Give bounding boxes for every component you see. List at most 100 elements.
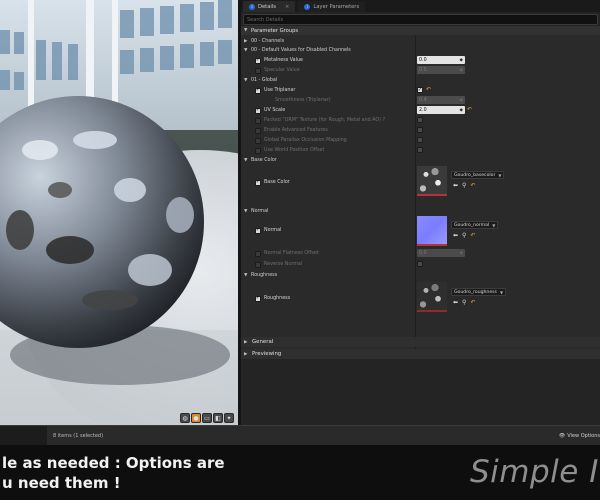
metalness-checkbox[interactable]: ✓	[255, 57, 261, 64]
base-color-asset-buttons: ⬅ ⚲ ↶	[453, 182, 475, 189]
parameter-groups-header[interactable]: ▼ Parameter Groups	[241, 26, 600, 35]
reset-to-default-icon[interactable]: ↶	[470, 232, 475, 239]
param-normal-flatness: Normal Flatness Offset	[255, 249, 319, 258]
preview-plane-icon[interactable]: ▭	[202, 413, 212, 423]
group-normal-label: Normal	[251, 209, 269, 214]
layer-info-icon: i	[304, 3, 311, 10]
specular-checkbox[interactable]	[255, 67, 261, 74]
group-roughness[interactable]: ▼ Roughness	[244, 271, 277, 280]
roughness-asset-picker[interactable]: Goudro_roughness ▼	[451, 288, 507, 296]
packed-orm-value-checkbox[interactable]	[417, 117, 423, 123]
expand-arrow-icon: ▼	[244, 209, 248, 214]
slider-handle-icon: ◆	[459, 97, 463, 103]
normal-flatness-value-field[interactable]: 0.0 ◆	[417, 249, 465, 257]
world-offset-value-checkbox[interactable]	[417, 147, 423, 153]
roughness-texture-thumbnail[interactable]	[417, 282, 447, 312]
video-caption: le as needed : Options are u need them !…	[0, 445, 600, 500]
group-global[interactable]: ▼ 01 - Global	[244, 76, 277, 85]
search-box[interactable]	[243, 14, 598, 25]
search-input[interactable]	[247, 16, 597, 23]
browse-search-icon[interactable]: ⚲	[462, 299, 466, 306]
preview-sphere-icon[interactable]: ●	[191, 413, 201, 423]
preview-cylinder-icon[interactable]: ◍	[180, 413, 190, 423]
use-triplanar-override-checkbox[interactable]: ✓	[255, 87, 261, 94]
use-selected-arrow-icon[interactable]: ⬅	[453, 299, 458, 306]
reset-to-default-icon[interactable]: ↶	[467, 106, 472, 113]
group-defaults-label: 00 - Default Values for Disabled Channel…	[251, 48, 351, 53]
tab-layer-parameters[interactable]: i Layer Parameters	[298, 1, 366, 12]
metalness-value-field[interactable]: 0.0 ◆	[417, 56, 465, 64]
param-packed-orm: Packed "ORM" Texture (for Rough, Metal a…	[255, 116, 385, 125]
reverse-normal-checkbox[interactable]	[255, 261, 261, 268]
reverse-normal-value-checkbox[interactable]	[417, 261, 423, 267]
view-options-label: View Options	[567, 433, 600, 439]
normal-texture-thumbnail[interactable]	[417, 216, 447, 246]
tab-details-label: Details	[258, 3, 276, 10]
section-general[interactable]: ▶ General	[241, 337, 600, 347]
advanced-checkbox[interactable]	[255, 127, 261, 134]
roughness-label: Roughness	[264, 296, 291, 301]
reset-to-default-icon[interactable]: ↶	[470, 182, 475, 189]
param-reverse-normal: Reverse Normal	[255, 260, 302, 269]
caption-line-1: le as needed : Options are	[2, 454, 225, 472]
normal-asset-buttons: ⬅ ⚲ ↶	[453, 232, 475, 239]
viewport-scene	[0, 0, 238, 425]
roughness-checkbox[interactable]: ✓	[255, 295, 261, 302]
group-defaults[interactable]: ▼ 00 - Default Values for Disabled Chann…	[244, 46, 351, 55]
parallax-checkbox[interactable]	[255, 137, 261, 144]
param-smoothness: Smoothness (Triplanar)	[275, 96, 331, 105]
reset-to-default-icon[interactable]: ↶	[426, 86, 431, 93]
normal-flatness-label: Normal Flatness Offset	[264, 251, 319, 256]
group-channels[interactable]: ▶ 00 - Channels	[244, 37, 284, 46]
preview-mesh-icon[interactable]: ✦	[224, 413, 234, 423]
slider-handle-icon: ◆	[459, 67, 463, 73]
column-separator[interactable]	[415, 35, 416, 358]
preview-cube-icon[interactable]: ◧	[213, 413, 223, 423]
normal-checkbox[interactable]: ✓	[255, 227, 261, 234]
close-icon[interactable]: ×	[285, 4, 289, 10]
smoothness-value-field[interactable]: 0.4 ◆	[417, 96, 465, 104]
use-selected-arrow-icon[interactable]: ⬅	[453, 182, 458, 189]
section-general-label: General	[252, 339, 274, 345]
section-previewing-label: Previewing	[252, 351, 282, 357]
slider-handle-icon: ◆	[459, 107, 463, 113]
use-triplanar-label: Use Triplanar	[264, 88, 296, 93]
packed-orm-checkbox[interactable]	[255, 117, 261, 124]
base-color-checkbox[interactable]: ✓	[255, 179, 261, 186]
group-base-color[interactable]: ▼ Base Color	[244, 156, 277, 165]
advanced-value-checkbox[interactable]	[417, 127, 423, 133]
reset-to-default-icon[interactable]: ↶	[470, 299, 475, 306]
expand-arrow-icon: ▼	[244, 28, 248, 33]
browse-search-icon[interactable]: ⚲	[462, 182, 466, 189]
group-roughness-label: Roughness	[251, 273, 278, 278]
expand-arrow-icon: ▼	[244, 48, 248, 53]
specular-value-field[interactable]: 0.5 ◆	[417, 66, 465, 74]
material-preview-viewport[interactable]: ◍ ● ▭ ◧ ✦	[0, 0, 238, 425]
parallax-value-checkbox[interactable]	[417, 137, 423, 143]
base-color-asset-picker[interactable]: Goudro_basecolor ▼	[451, 171, 505, 179]
base-color-texture-thumbnail[interactable]	[417, 166, 447, 196]
uv-scale-checkbox[interactable]: ✓	[255, 107, 261, 114]
normal-flatness-checkbox[interactable]	[255, 250, 261, 257]
base-color-label: Base Color	[264, 180, 290, 185]
roughness-asset-name: Goudro_roughness	[454, 289, 497, 295]
normal-asset-picker[interactable]: Goudro_normal ▼	[451, 221, 499, 229]
section-previewing[interactable]: ▶ Previewing	[241, 349, 600, 359]
use-triplanar-value-checkbox[interactable]: ✓	[417, 87, 423, 93]
view-options-button[interactable]: 👁 View Options	[559, 433, 600, 439]
tab-layer-parameters-label: Layer Parameters	[313, 3, 360, 10]
param-parallax: Global Parallax Occlusion Mapping	[255, 136, 347, 145]
group-normal[interactable]: ▼ Normal	[244, 207, 268, 216]
browse-search-icon[interactable]: ⚲	[462, 232, 466, 239]
viewport-toolbar: ◍ ● ▭ ◧ ✦	[180, 413, 234, 423]
uv-scale-value-field[interactable]: 2.0 ◆	[417, 106, 465, 114]
param-uv-scale: ✓ UV Scale	[255, 106, 285, 115]
caption-brand: Simple In	[470, 454, 600, 490]
tab-details[interactable]: i Details ×	[243, 1, 296, 12]
world-offset-checkbox[interactable]	[255, 147, 261, 154]
group-base-color-label: Base Color	[251, 158, 277, 163]
use-selected-arrow-icon[interactable]: ⬅	[453, 232, 458, 239]
param-use-triplanar: ✓ Use Triplanar	[255, 86, 295, 95]
smoothness-label: Smoothness (Triplanar)	[275, 98, 331, 103]
expand-arrow-icon: ▼	[244, 158, 248, 163]
